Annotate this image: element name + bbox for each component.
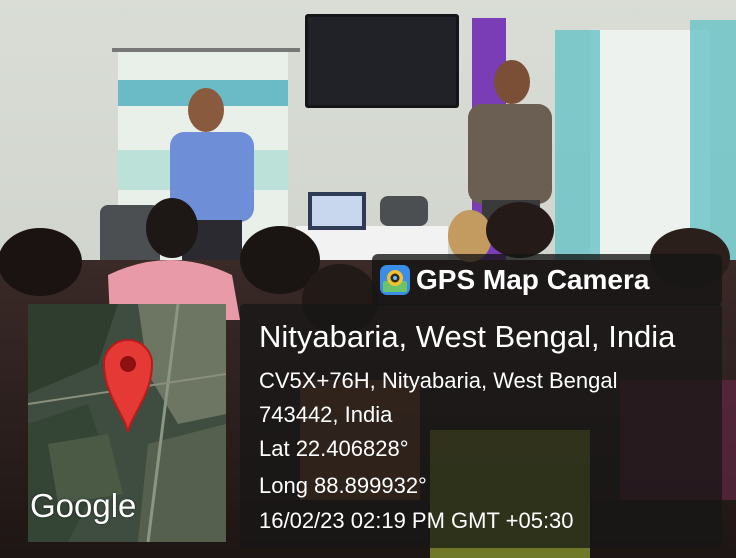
place-name: Nityabaria, West Bengal, India <box>259 319 676 354</box>
map-pin-icon <box>100 334 156 439</box>
timestamp: 16/02/23 02:19 PM GMT +05:30 <box>259 508 574 533</box>
address-line-2: 743442, India <box>259 402 393 427</box>
location-map-thumbnail: Google <box>28 304 226 542</box>
gps-map-camera-app-icon <box>380 265 410 295</box>
gps-map-camera-badge: GPS Map Camera <box>372 254 722 306</box>
app-title: GPS Map Camera <box>416 264 650 295</box>
location-info-panel: Nityabaria, West Bengal, India CV5X+76H,… <box>240 304 722 548</box>
longitude: Long 88.899932° <box>259 473 427 498</box>
address-line-1: CV5X+76H, Nityabaria, West Bengal <box>259 368 618 393</box>
latitude: Lat 22.406828° <box>259 436 409 461</box>
google-logo: Google <box>30 487 137 524</box>
geotagged-photo: GPS Map Camera Google Nityabaria, West B… <box>0 0 736 558</box>
